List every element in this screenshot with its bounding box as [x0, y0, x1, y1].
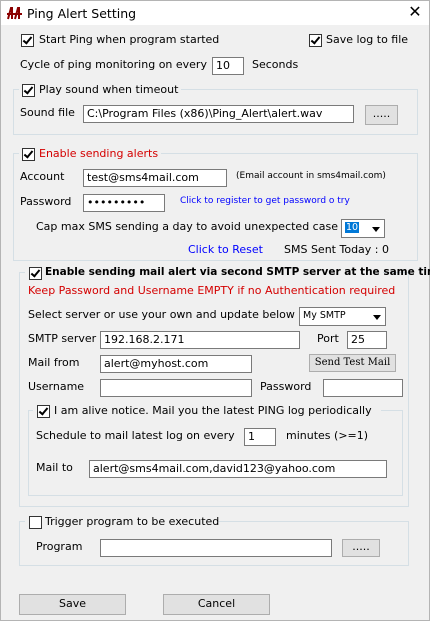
- account-label: Account: [20, 170, 65, 183]
- schedule-unit-label: minutes (>=1): [286, 429, 369, 442]
- account-hint: (Email account in sms4mail.com): [236, 171, 386, 181]
- enable-alerts-checkbox[interactable]: [22, 148, 35, 161]
- smtp-server-label: SMTP server: [28, 332, 97, 345]
- cycle-label: Cycle of ping monitoring on every: [20, 58, 207, 71]
- cap-select-value: 10: [345, 222, 360, 233]
- mail-to-label: Mail to: [36, 461, 73, 474]
- save-log-checkbox[interactable]: [309, 34, 322, 47]
- sound-file-label: Sound file: [20, 106, 75, 119]
- sound-browse-button[interactable]: .....: [365, 105, 398, 125]
- password-label: Password: [20, 195, 72, 208]
- mail-from-label: Mail from: [28, 356, 80, 369]
- alive-group: [28, 410, 403, 496]
- enable-alerts-label: Enable sending alerts: [39, 147, 159, 160]
- smtp-enable-checkbox[interactable]: [29, 267, 42, 280]
- program-browse-button[interactable]: .....: [342, 539, 380, 557]
- alive-label: I am alive notice. Mail you the latest P…: [54, 404, 372, 417]
- cycle-unit-label: Seconds: [252, 58, 299, 71]
- app-logo-icon: [7, 7, 23, 20]
- save-log-label: Save log to file: [326, 33, 409, 46]
- smtp-enable-label: Enable sending mail alert via second SMT…: [45, 266, 430, 278]
- program-label: Program: [36, 540, 83, 553]
- close-icon[interactable]: ✕: [405, 2, 425, 22]
- smtp-select-value: My SMTP: [303, 310, 346, 321]
- port-input[interactable]: 25: [347, 331, 387, 349]
- sound-file-input[interactable]: C:\Program Files (x86)\Ping_Alert\alert.…: [83, 105, 354, 123]
- cycle-input[interactable]: 10: [212, 57, 244, 75]
- schedule-label: Schedule to mail latest log on every: [36, 429, 235, 442]
- select-server-label: Select server or use your own and update…: [28, 308, 295, 321]
- window-title: Ping Alert Setting: [27, 6, 137, 21]
- reset-link[interactable]: Click to Reset: [188, 243, 263, 256]
- username-input[interactable]: [100, 379, 252, 397]
- chevron-down-icon: [369, 221, 383, 236]
- schedule-input[interactable]: 1: [244, 428, 276, 446]
- alive-checkbox[interactable]: [37, 405, 50, 418]
- save-button[interactable]: Save: [19, 594, 126, 615]
- username-label: Username: [28, 380, 85, 393]
- send-test-mail-button[interactable]: Send Test Mail: [309, 354, 396, 372]
- trigger-label: Trigger program to be executed: [45, 515, 220, 528]
- start-ping-checkbox[interactable]: [21, 34, 34, 47]
- cap-label: Cap max SMS sending a day to avoid unexp…: [36, 220, 338, 233]
- port-label: Port: [317, 332, 339, 345]
- smtp-warning: Keep Password and Username EMPTY if no A…: [28, 284, 396, 297]
- smtp-password-label: Password: [260, 380, 312, 393]
- smtp-server-input[interactable]: 192.168.2.171: [100, 331, 300, 349]
- mail-from-input[interactable]: alert@myhost.com: [100, 355, 252, 373]
- mail-to-input[interactable]: alert@sms4mail.com,david123@yahoo.com: [89, 460, 387, 478]
- chevron-down-icon: [370, 309, 384, 324]
- sms-sent-label: SMS Sent Today : 0: [284, 243, 389, 256]
- cancel-button[interactable]: Cancel: [163, 594, 270, 615]
- smtp-password-input[interactable]: [323, 379, 403, 397]
- play-sound-label: Play sound when timeout: [39, 83, 179, 96]
- trigger-checkbox[interactable]: [29, 516, 42, 529]
- smtp-server-select[interactable]: My SMTP: [299, 307, 386, 326]
- start-ping-label: Start Ping when program started: [39, 33, 220, 46]
- title-bar: Ping Alert Setting ✕: [1, 1, 429, 25]
- program-input[interactable]: [100, 539, 332, 557]
- register-link[interactable]: Click to register to get password o try: [180, 196, 350, 206]
- password-input[interactable]: •••••••••: [83, 194, 165, 212]
- account-input[interactable]: test@sms4mail.com: [83, 169, 227, 187]
- settings-window: Ping Alert Setting ✕ Start Ping when pro…: [0, 0, 430, 621]
- cap-select[interactable]: 10: [341, 219, 385, 238]
- play-sound-checkbox[interactable]: [22, 84, 35, 97]
